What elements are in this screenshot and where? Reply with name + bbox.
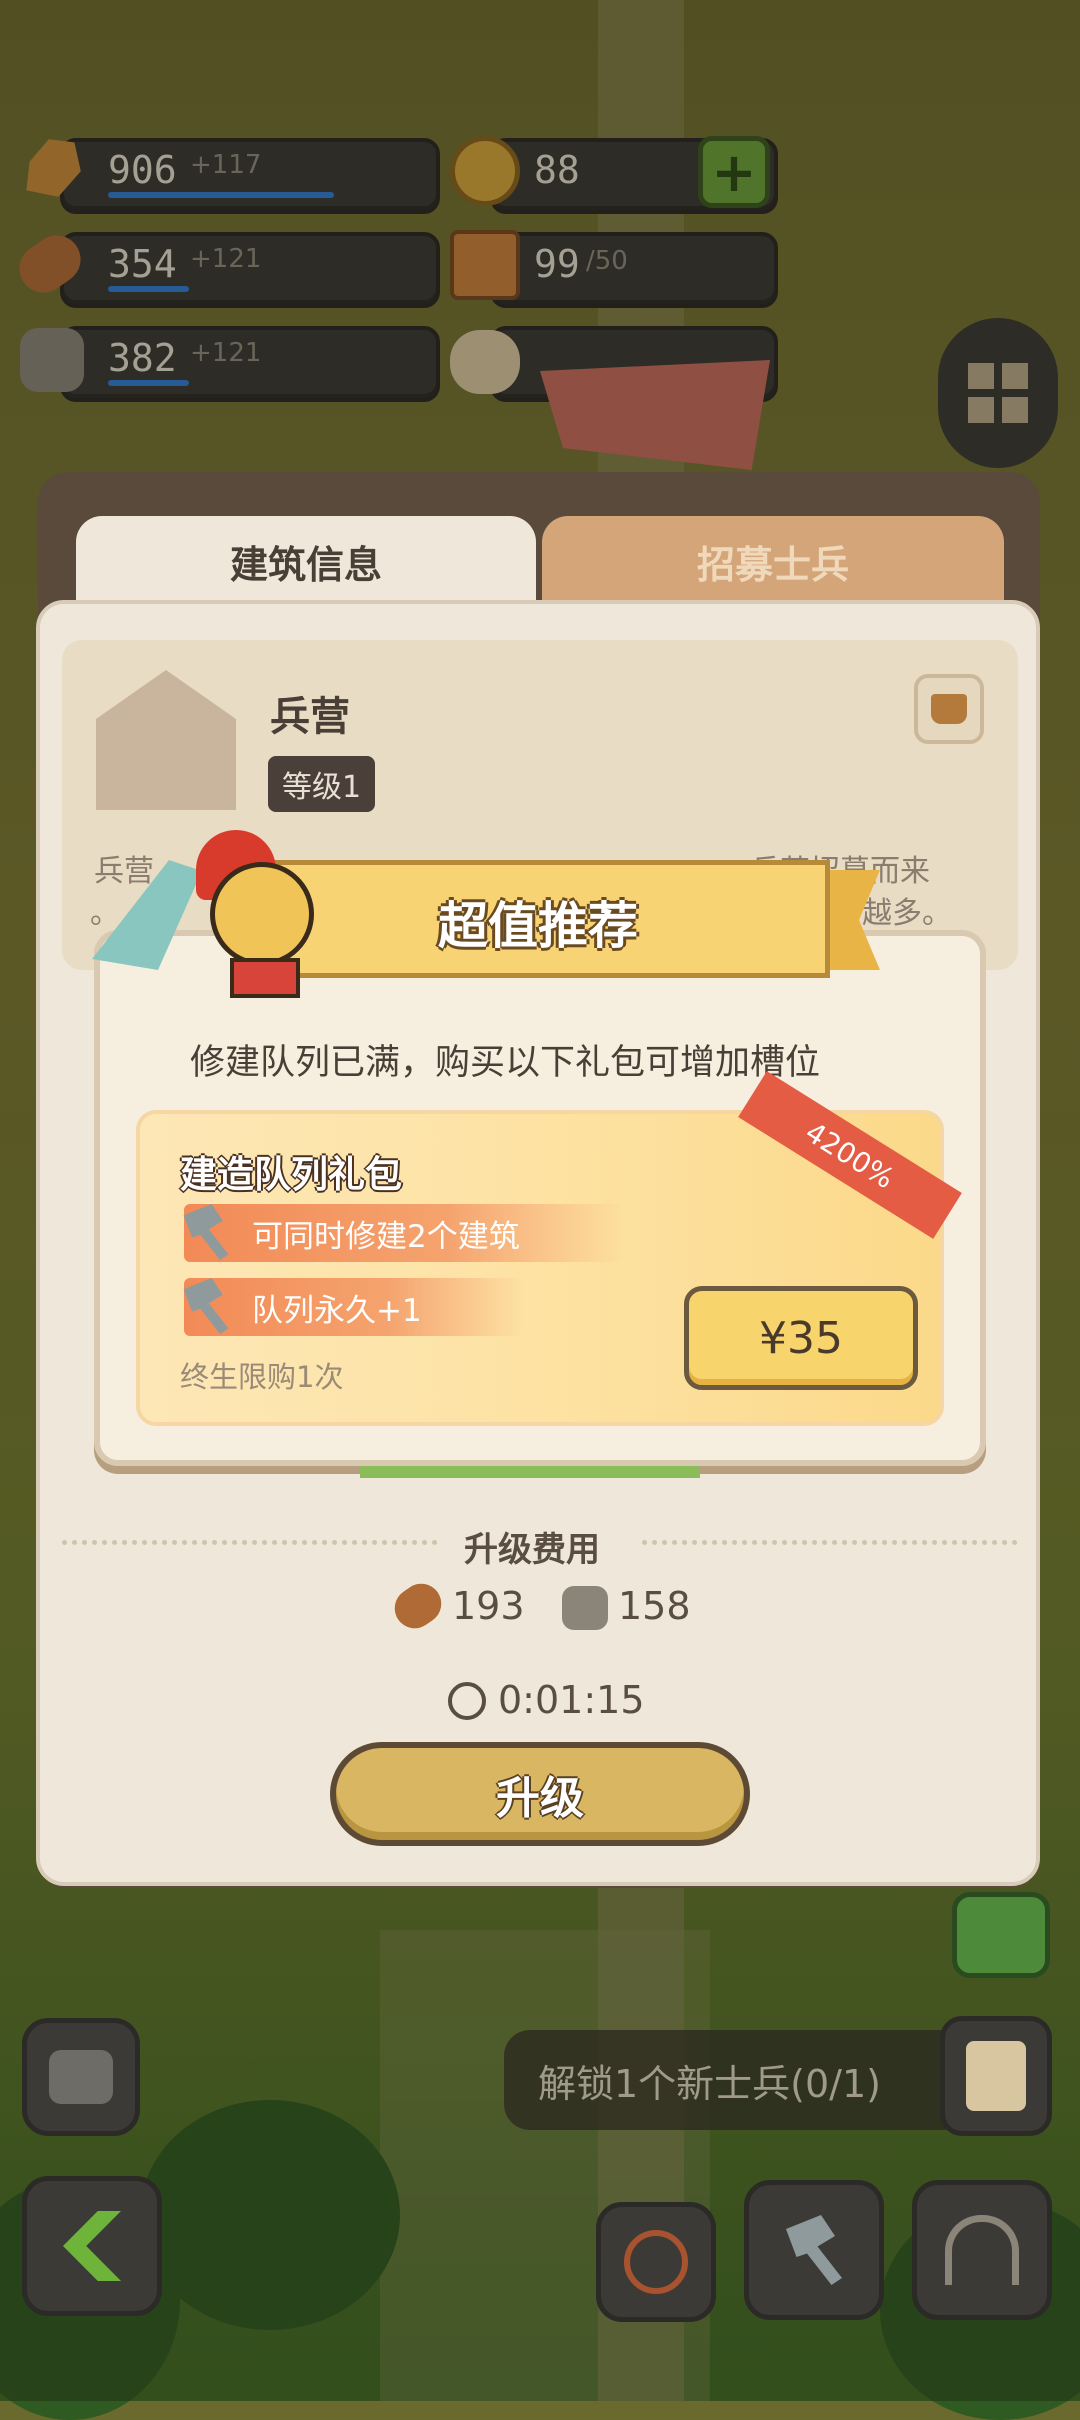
upgrade-wood-cost: 193 (452, 1584, 525, 1628)
back-arrow-icon (63, 2211, 121, 2281)
building-name: 兵营 (270, 694, 350, 740)
quest-bar[interactable]: 解锁1个新士兵(0/1) (504, 2030, 1004, 2130)
no-build-icon (624, 2230, 688, 2294)
buy-price-button[interactable]: ¥35 (684, 1286, 918, 1390)
plant-shop-icon[interactable] (952, 1892, 1050, 1978)
basket-icon (931, 694, 967, 724)
tab-recruit-soldiers[interactable]: 招募士兵 (542, 516, 1004, 606)
pack-feature: 可同时修建2个建筑 (184, 1204, 624, 1262)
chat-bubble-icon (49, 2050, 113, 2104)
clock-icon (448, 1682, 486, 1720)
soldier-body (230, 958, 300, 998)
gate-icon (945, 2215, 1019, 2285)
popup-title: 超值推荐 (438, 897, 638, 955)
demolish-button[interactable] (596, 2202, 716, 2322)
back-button[interactable] (22, 2176, 162, 2316)
pack-name: 建造队列礼包 (180, 1153, 402, 1196)
hammer-icon (786, 2215, 842, 2285)
soldier-mascot-icon (210, 862, 314, 966)
upgrade-cost-label: 升级费用 (464, 1530, 600, 1570)
stone-icon (562, 1586, 608, 1630)
building-desc-start: 兵营 (94, 854, 154, 889)
scroll-icon (966, 2041, 1026, 2111)
tab-building-info[interactable]: 建筑信息 (76, 516, 536, 606)
barracks-nav-button[interactable] (912, 2180, 1052, 2320)
building-detail-button[interactable] (914, 674, 984, 744)
popup-pointer (360, 1466, 700, 1478)
popup-message: 修建队列已满，购买以下礼包可增加槽位 (190, 1043, 821, 1083)
build-button[interactable] (744, 2180, 884, 2320)
upgrade-stone-cost: 158 (618, 1584, 691, 1628)
upgrade-time: 0:01:15 (498, 1678, 645, 1722)
quest-scroll-button[interactable] (940, 2016, 1052, 2136)
building-desc-line2-end: 越多。 (862, 896, 952, 931)
chat-button[interactable] (22, 2018, 140, 2136)
building-desc-line2-start: 。 (90, 896, 120, 931)
pack-feature: 队列永久+1 (184, 1278, 524, 1336)
upgrade-button[interactable]: 升级 (330, 1742, 750, 1846)
building-level: 等级1 (268, 756, 376, 812)
purchase-limit: 终生限购1次 (180, 1360, 344, 1394)
